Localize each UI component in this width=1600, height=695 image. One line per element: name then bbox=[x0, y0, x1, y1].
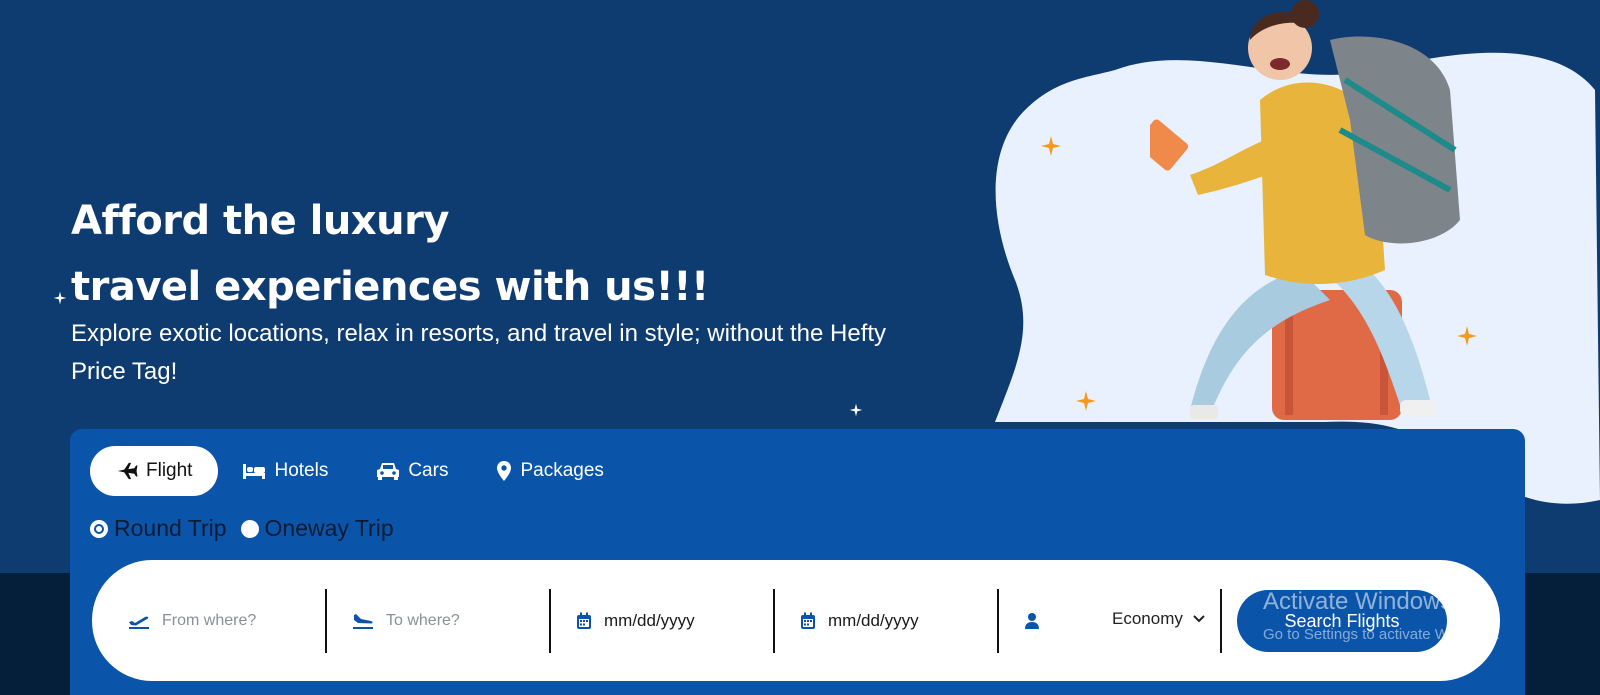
tab-packages[interactable]: Packages bbox=[472, 446, 627, 496]
car-icon bbox=[377, 463, 400, 480]
bed-icon bbox=[243, 464, 266, 479]
tab-label: Flight bbox=[146, 460, 193, 481]
search-panel: Flight Hotels Cars Packages Round Trip O… bbox=[70, 429, 1525, 695]
oneway-trip-radio[interactable] bbox=[240, 519, 259, 538]
to-field[interactable]: To where? bbox=[352, 589, 460, 653]
plane-arrival-icon bbox=[353, 614, 373, 629]
tab-cars[interactable]: Cars bbox=[352, 446, 472, 496]
tab-label: Hotels bbox=[274, 460, 329, 481]
hero-headline: Afford the luxury travel experiences wit… bbox=[71, 188, 709, 320]
trip-type-selector: Round Trip Oneway Trip bbox=[90, 515, 408, 542]
tab-flight[interactable]: Flight bbox=[90, 446, 219, 496]
sparkle-icon bbox=[1076, 391, 1096, 411]
chevron-down-icon bbox=[1193, 615, 1205, 623]
sparkle-icon bbox=[53, 291, 67, 305]
activate-windows-title: Activate Windows bbox=[1263, 588, 1453, 615]
round-trip-radio[interactable] bbox=[90, 519, 108, 538]
return-date-input[interactable]: mm/dd/yyyy bbox=[828, 611, 919, 631]
plane-departure-icon bbox=[129, 616, 149, 629]
field-divider bbox=[773, 589, 775, 653]
field-divider bbox=[997, 589, 999, 653]
depart-date-input[interactable]: mm/dd/yyyy bbox=[604, 611, 695, 631]
traveler-illustration bbox=[1150, 0, 1460, 420]
plane-icon bbox=[117, 462, 138, 480]
booking-tabs: Flight Hotels Cars Packages bbox=[90, 446, 628, 496]
depart-date-field[interactable]: mm/dd/yyyy bbox=[576, 589, 695, 653]
to-input[interactable]: To where? bbox=[386, 612, 460, 630]
location-pin-icon bbox=[497, 461, 512, 481]
sparkle-icon bbox=[849, 403, 863, 417]
user-icon bbox=[1025, 613, 1039, 629]
flight-search-bar: From where? To where? mm/dd/yyyy mm/dd/y… bbox=[92, 560, 1500, 681]
passenger-field[interactable] bbox=[1024, 589, 1040, 653]
calendar-icon bbox=[577, 612, 591, 629]
headline-line-2: travel experiences with us!!! bbox=[71, 264, 709, 310]
oneway-trip-option[interactable]: Oneway Trip bbox=[240, 515, 394, 542]
from-field[interactable]: From where? bbox=[128, 589, 256, 653]
hero-subtext: Explore exotic locations, relax in resor… bbox=[71, 320, 887, 385]
round-trip-option[interactable]: Round Trip bbox=[90, 515, 227, 542]
tab-label: Cars bbox=[408, 460, 449, 481]
round-trip-label: Round Trip bbox=[114, 515, 227, 541]
activate-windows-subtitle: Go to Settings to activate Windows. bbox=[1263, 626, 1500, 643]
sparkle-icon bbox=[1041, 136, 1061, 156]
oneway-trip-label: Oneway Trip bbox=[264, 515, 394, 541]
field-divider bbox=[549, 589, 551, 653]
cabin-class-select[interactable]: Economy bbox=[1112, 609, 1205, 629]
tab-label: Packages bbox=[520, 460, 604, 481]
calendar-icon bbox=[801, 612, 815, 629]
field-divider bbox=[1220, 589, 1222, 653]
cabin-class-value: Economy bbox=[1112, 609, 1183, 628]
field-divider bbox=[325, 589, 327, 653]
return-date-field[interactable]: mm/dd/yyyy bbox=[800, 589, 919, 653]
from-input[interactable]: From where? bbox=[162, 612, 256, 630]
tab-hotels[interactable]: Hotels bbox=[218, 446, 352, 496]
headline-line-1: Afford the luxury bbox=[71, 198, 449, 244]
